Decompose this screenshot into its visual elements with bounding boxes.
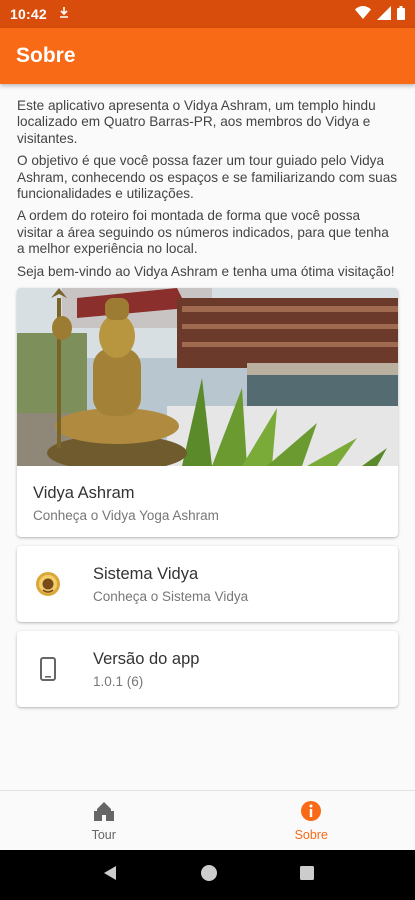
page-title: Sobre	[16, 44, 76, 67]
card-subtitle: Conheça o Sistema Vidya	[93, 588, 249, 604]
app-bar: Sobre	[0, 28, 415, 84]
ashram-photo	[17, 288, 398, 467]
bottom-navigation: Tour Sobre	[0, 790, 415, 850]
nav-tab-tour[interactable]: Tour	[0, 791, 208, 850]
vidya-ashram-card[interactable]: Vidya Ashram Conheça o Vidya Yoga Ashram	[17, 288, 398, 538]
back-icon[interactable]	[101, 864, 119, 887]
about-content[interactable]: Este aplicativo apresenta o Vidya Ashram…	[0, 84, 415, 790]
nav-tab-sobre[interactable]: Sobre	[208, 791, 415, 850]
system-navigation-bar	[0, 850, 415, 900]
card-title: Versão do app	[93, 649, 200, 668]
phone-icon	[33, 654, 63, 684]
app-version-card[interactable]: Versão do app 1.0.1 (6)	[17, 631, 398, 708]
card-subtitle: Conheça o Vidya Yoga Ashram	[33, 508, 219, 524]
intro-paragraph: A ordem do roteiro foi montada de forma …	[17, 208, 389, 257]
sistema-vidya-card[interactable]: Sistema Vidya Conheça o Sistema Vidya	[17, 546, 398, 623]
card-title: Sistema Vidya	[93, 564, 199, 583]
signal-icon	[377, 5, 391, 23]
info-icon	[300, 800, 322, 825]
intro-paragraph: Seja bem-vindo ao Vidya Ashram e tenha u…	[17, 263, 395, 279]
wifi-icon	[355, 6, 371, 22]
nav-tab-label: Tour	[91, 827, 116, 842]
home-icon[interactable]	[200, 864, 218, 887]
card-title: Vidya Ashram	[33, 484, 135, 503]
nav-tab-label: Sobre	[294, 827, 328, 842]
recents-icon[interactable]	[299, 865, 315, 886]
battery-icon	[397, 5, 405, 23]
status-time: 10:42	[10, 6, 47, 22]
vidya-logo-icon	[33, 569, 63, 599]
status-bar: 10:42	[0, 0, 415, 28]
intro-paragraph: Este aplicativo apresenta o Vidya Ashram…	[17, 98, 376, 146]
download-icon	[59, 6, 69, 22]
intro-paragraph: O objetivo é que você possa fazer um tou…	[17, 153, 398, 202]
castle-icon	[93, 800, 115, 825]
app-version-value: 1.0.1 (6)	[93, 673, 144, 689]
